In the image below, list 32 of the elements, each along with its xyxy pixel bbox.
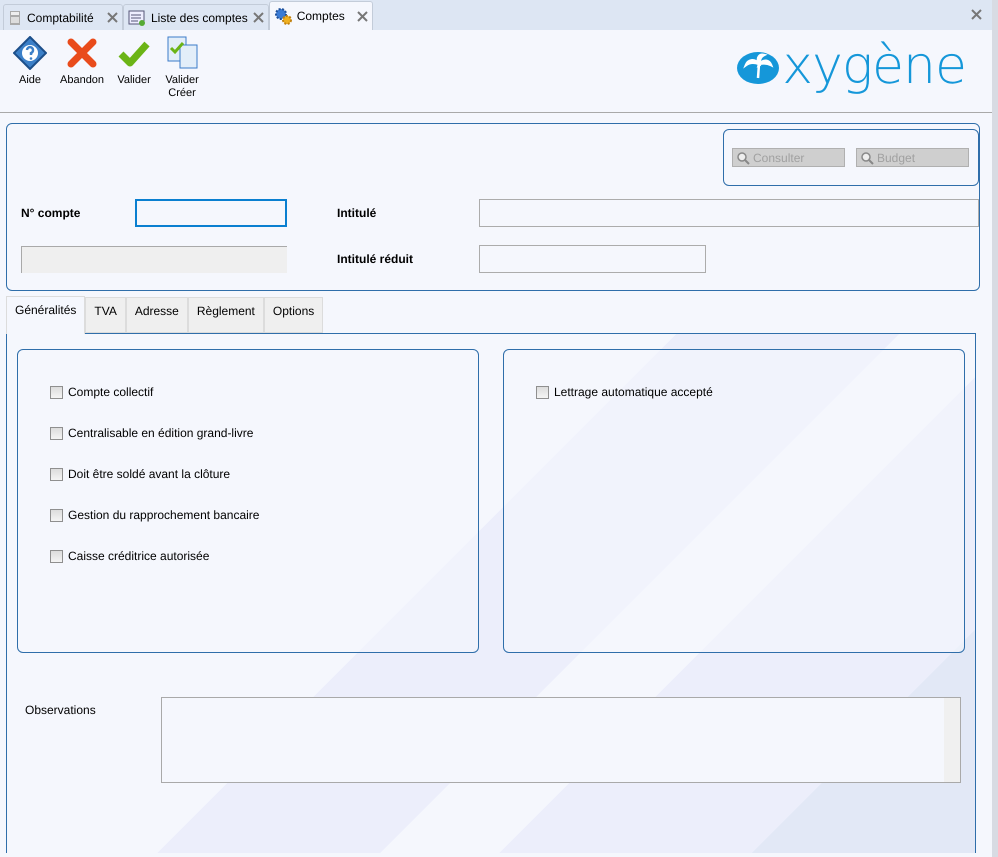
option-label: Doit être soldé avant la clôture: [68, 467, 230, 481]
toolbar-button[interactable]: Valider: [110, 36, 158, 87]
tab-label: Comptabilité: [27, 10, 95, 24]
tab-label: Liste des comptes: [151, 10, 248, 24]
tab[interactable]: Généralités: [6, 296, 86, 334]
option-label: Gestion du rapprochement bancaire: [68, 508, 260, 522]
checkbox-option[interactable]: Caisse créditrice autorisée: [50, 548, 478, 564]
toolbar-button[interactable]: Aide: [6, 36, 54, 87]
checkbox-option[interactable]: Lettrage automatique accepté: [536, 384, 964, 400]
tab[interactable]: Adresse: [126, 297, 188, 333]
document-tab[interactable]: Comptes: [268, 1, 373, 30]
field-label: Intitulé: [337, 206, 378, 220]
tab[interactable]: Règlement: [188, 297, 264, 333]
option-label: Caisse créditrice autorisée: [68, 549, 210, 563]
option-label: Centralisable en édition grand-livre: [68, 426, 254, 440]
checkbox-option[interactable]: Compte collectif: [50, 384, 478, 400]
document-tab[interactable]: Liste des comptes: [123, 4, 269, 30]
observations-label: Observations: [24, 702, 97, 719]
field-label: Intitulé réduit: [337, 252, 414, 266]
checkbox-option[interactable]: Centralisable en édition grand-livre: [50, 425, 478, 441]
logo-text: xygène: [782, 40, 966, 92]
option-label: Lettrage automatique accepté: [554, 385, 713, 399]
tab[interactable]: Options: [264, 297, 324, 333]
toolbar-button[interactable]: Valider Créer: [158, 36, 206, 100]
option-label: Compte collectif: [68, 385, 154, 399]
checkbox-option[interactable]: Gestion du rapprochement bancaire: [50, 507, 478, 523]
tab[interactable]: TVA: [85, 297, 126, 333]
toolbar-button[interactable]: Abandon: [54, 36, 110, 87]
field-label: N° compte: [21, 206, 82, 220]
checkbox-option[interactable]: Doit être soldé avant la clôture: [50, 466, 478, 482]
document-tab[interactable]: Comptabilité: [3, 4, 123, 30]
tab-label: Comptes: [296, 9, 346, 23]
